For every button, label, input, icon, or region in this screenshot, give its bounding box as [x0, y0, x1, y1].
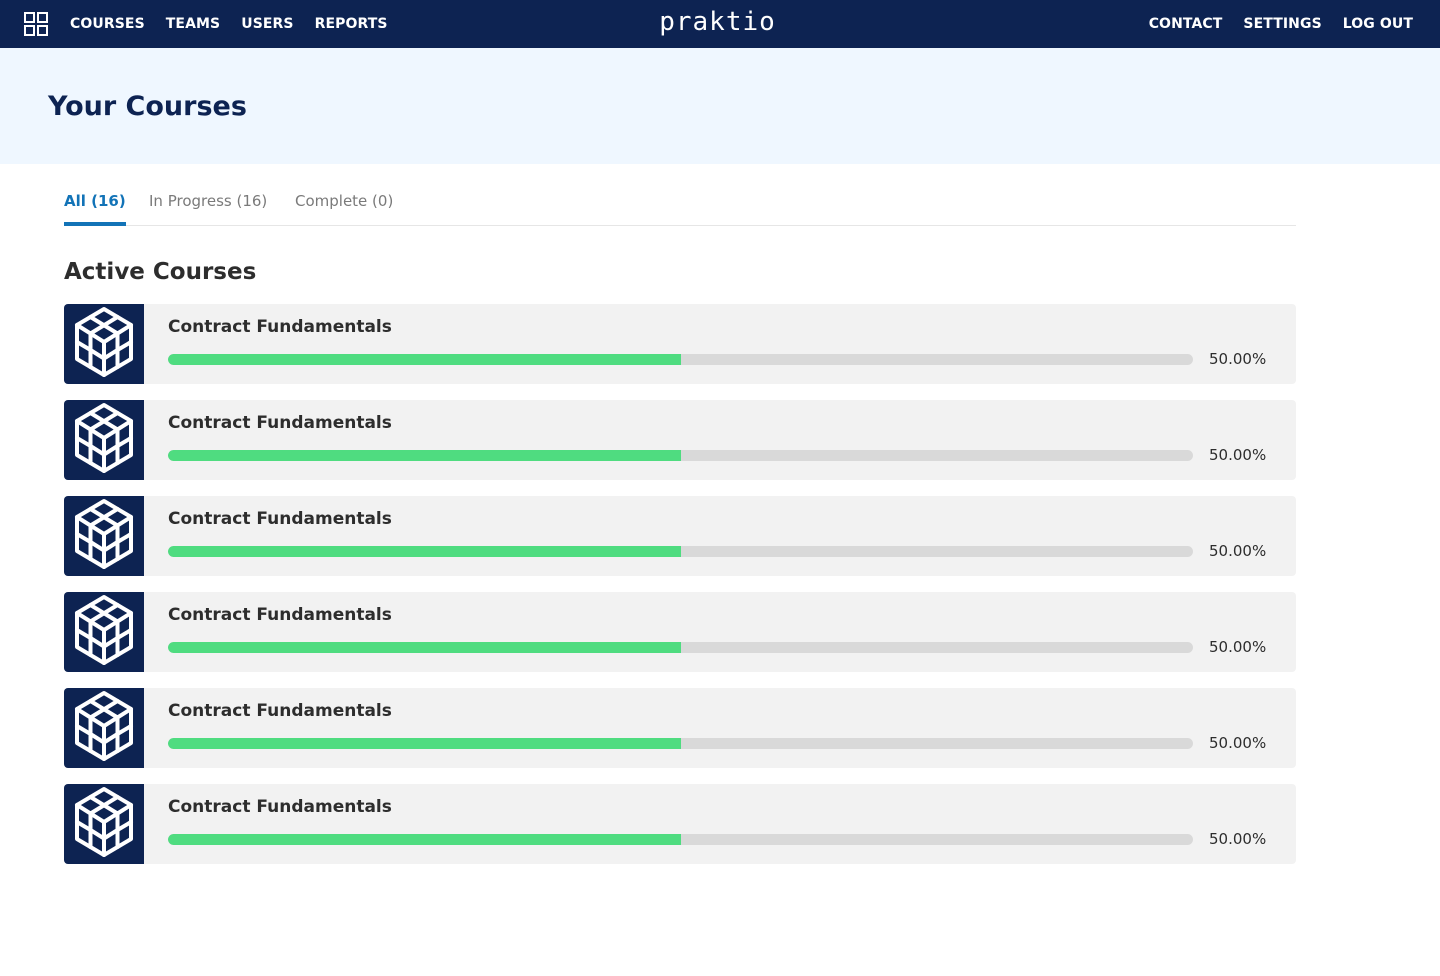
progress-bar-fill: [168, 354, 681, 365]
nav-link-contact[interactable]: CONTACT: [1149, 16, 1223, 32]
course-thumbnail: [64, 304, 144, 384]
course-title: Contract Fundamentals: [168, 701, 392, 721]
nav-link-users[interactable]: USERS: [241, 16, 293, 32]
progress-bar-fill: [168, 642, 681, 653]
course-thumbnail: [64, 592, 144, 672]
top-nav-bar: COURSES TEAMS USERS REPORTS praktio CONT…: [0, 0, 1440, 48]
nav-link-teams[interactable]: TEAMS: [166, 16, 220, 32]
progress-percent: 50.00%: [1209, 830, 1267, 848]
cube-stack-icon: [73, 306, 135, 382]
progress-percent: 50.00%: [1209, 350, 1267, 368]
progress-bar: [168, 546, 1193, 557]
course-card[interactable]: Contract Fundamentals 50.00%: [64, 592, 1296, 672]
progress-bar-fill: [168, 450, 681, 461]
page-title: Your Courses: [48, 91, 247, 122]
tab-complete[interactable]: Complete (0): [295, 192, 393, 226]
progress-bar-fill: [168, 546, 681, 557]
course-card[interactable]: Contract Fundamentals 50.00%: [64, 400, 1296, 480]
cube-stack-icon: [73, 594, 135, 670]
grid-apps-icon[interactable]: [24, 12, 48, 36]
cube-stack-icon: [73, 402, 135, 478]
cube-stack-icon: [73, 498, 135, 574]
nav-right-group: CONTACT SETTINGS LOG OUT: [1128, 0, 1413, 48]
progress-bar-fill: [168, 738, 681, 749]
course-title: Contract Fundamentals: [168, 797, 392, 817]
cube-stack-icon: [73, 690, 135, 766]
nav-link-courses[interactable]: COURSES: [70, 16, 145, 32]
page-header: Your Courses: [0, 48, 1440, 164]
progress-bar: [168, 834, 1193, 845]
progress-percent: 50.00%: [1209, 638, 1267, 656]
course-filter-tabs: All (16) In Progress (16) Complete (0): [64, 188, 1296, 226]
course-card[interactable]: Contract Fundamentals 50.00%: [64, 496, 1296, 576]
course-card[interactable]: Contract Fundamentals 50.00%: [64, 784, 1296, 864]
course-card[interactable]: Contract Fundamentals 50.00%: [64, 304, 1296, 384]
course-thumbnail: [64, 496, 144, 576]
course-thumbnail: [64, 784, 144, 864]
course-title: Contract Fundamentals: [168, 605, 392, 625]
progress-percent: 50.00%: [1209, 542, 1267, 560]
progress-bar: [168, 354, 1193, 365]
course-title: Contract Fundamentals: [168, 509, 392, 529]
nav-link-logout[interactable]: LOG OUT: [1343, 16, 1413, 32]
nav-link-reports[interactable]: REPORTS: [315, 16, 388, 32]
progress-percent: 50.00%: [1209, 734, 1267, 752]
course-title: Contract Fundamentals: [168, 413, 392, 433]
course-title: Contract Fundamentals: [168, 317, 392, 337]
nav-link-settings[interactable]: SETTINGS: [1243, 16, 1321, 32]
course-card[interactable]: Contract Fundamentals 50.00%: [64, 688, 1296, 768]
course-thumbnail: [64, 688, 144, 768]
tab-in-progress[interactable]: In Progress (16): [149, 192, 267, 226]
course-list: Contract Fundamentals 50.00% Contract Fu…: [64, 304, 1296, 880]
brand-logo[interactable]: praktio: [659, 7, 776, 37]
progress-bar: [168, 450, 1193, 461]
progress-bar: [168, 642, 1193, 653]
tab-all[interactable]: All (16): [64, 192, 126, 226]
section-title: Active Courses: [64, 259, 257, 285]
progress-bar: [168, 738, 1193, 749]
progress-percent: 50.00%: [1209, 446, 1267, 464]
progress-bar-fill: [168, 834, 681, 845]
nav-left-group: COURSES TEAMS USERS REPORTS: [70, 0, 409, 48]
cube-stack-icon: [73, 786, 135, 862]
course-thumbnail: [64, 400, 144, 480]
